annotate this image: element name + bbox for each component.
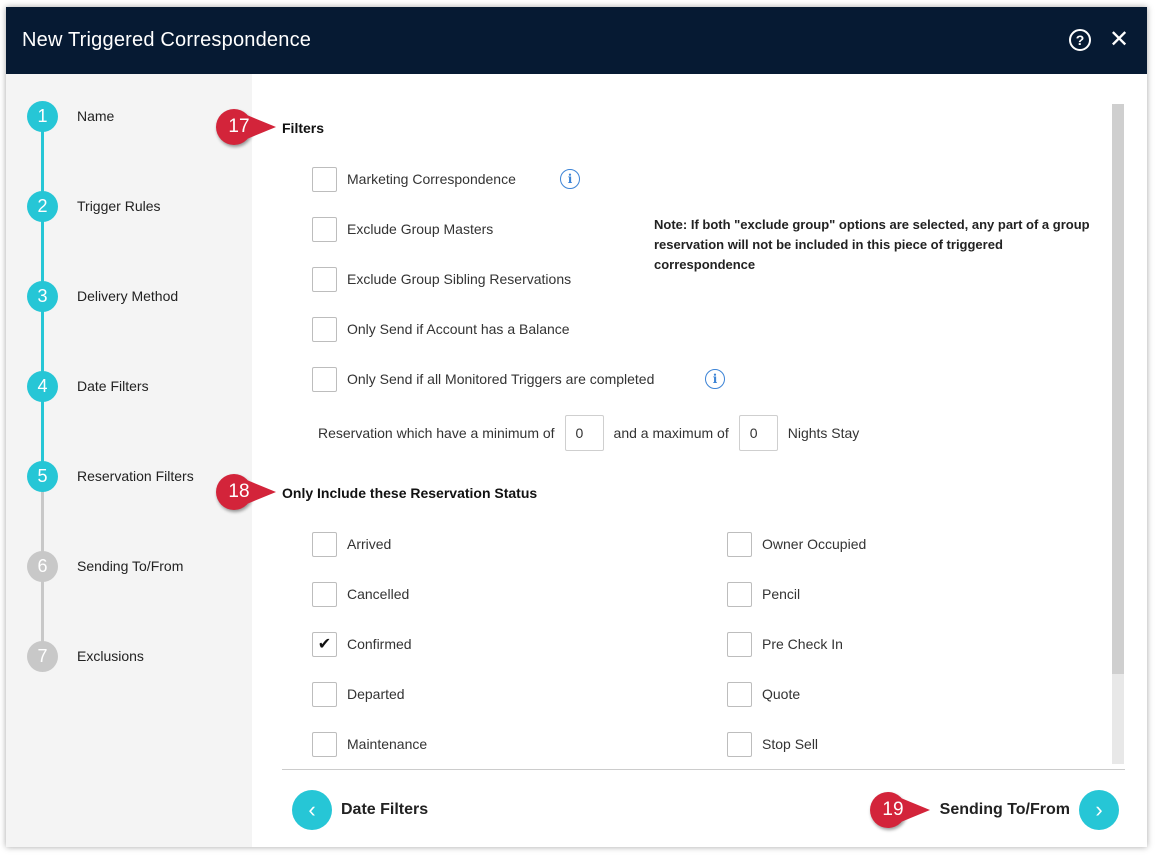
nights-middle: and a maximum of [613,425,729,441]
vertical-scrollbar[interactable] [1112,104,1124,764]
step-trigger-rules[interactable]: 2 Trigger Rules [27,190,247,222]
status-pre-check-in[interactable]: Pre Check In [727,631,843,657]
status-departed[interactable]: Departed [312,681,405,707]
dialog: New Triggered Correspondence ? ✕ 1 Name … [6,7,1147,847]
exclude-group-note: Note: If both "exclude group" options ar… [654,217,1090,272]
dialog-title: New Triggered Correspondence [22,29,312,51]
checkbox[interactable] [312,166,337,192]
checkbox[interactable] [727,531,752,557]
callout-badge-17: 17 [216,109,276,145]
step-label: Date Filters [77,378,149,394]
checkbox[interactable] [727,681,752,707]
step-date-filters[interactable]: 4 Date Filters [27,370,247,402]
step-number: 4 [27,370,58,402]
status-heading: Only Include these Reservation Status [282,485,538,501]
status-pencil[interactable]: Pencil [727,581,800,607]
step-label: Delivery Method [77,288,179,304]
status-maintenance[interactable]: Maintenance [312,731,427,757]
filter-exclude-group-masters[interactable]: Exclude Group Masters [312,216,493,242]
checkbox[interactable] [727,581,752,607]
step-delivery-method[interactable]: 3 Delivery Method [27,280,247,312]
status-stop-sell[interactable]: Stop Sell [727,731,818,757]
max-nights-input[interactable]: 0 [738,415,778,451]
filter-monitored-triggers[interactable]: Only Send if all Monitored Triggers are … [312,366,654,392]
step-label: Trigger Rules [77,198,161,214]
step-label: Name [77,108,115,124]
step-reservation-filters[interactable]: 5 Reservation Filters [27,460,247,492]
scrollbar-thumb[interactable] [1112,104,1124,674]
checkbox[interactable] [312,316,337,342]
checkbox-checked[interactable]: ✔ [312,631,337,657]
status-cancelled[interactable]: Cancelled [312,581,409,607]
back-button[interactable]: ‹ Date Filters [292,790,428,830]
step-sending-to-from[interactable]: 6 Sending To/From [27,550,247,582]
chevron-left-icon: ‹ [292,790,332,830]
checkbox[interactable] [312,366,337,392]
step-number: 3 [27,280,58,312]
status-owner-occupied[interactable]: Owner Occupied [727,531,866,557]
checkbox[interactable] [312,216,337,242]
checkbox[interactable] [312,731,337,757]
checkbox[interactable] [312,681,337,707]
next-button[interactable]: Sending To/From › [940,790,1119,830]
step-label: Sending To/From [77,558,184,574]
reservation-filters-panel: 17 Filters Marketing Correspondence i Ex… [216,74,1147,847]
chevron-right-icon: › [1079,790,1119,830]
nights-prefix: Reservation which have a minimum of [318,425,555,441]
checkbox[interactable] [312,531,337,557]
info-icon[interactable]: i [705,369,725,389]
step-number: 2 [27,190,58,222]
step-label: Reservation Filters [77,468,194,484]
wizard-steps: 1 Name 2 Trigger Rules 3 Delivery Method… [6,74,252,847]
status-arrived[interactable]: Arrived [312,531,391,557]
nights-stay-row: Reservation which have a minimum of 0 an… [318,415,859,451]
filter-exclude-group-siblings[interactable]: Exclude Group Sibling Reservations [312,266,571,292]
step-number: 6 [27,550,58,582]
close-icon[interactable]: ✕ [1105,25,1133,53]
checkmark-icon: ✔ [317,636,332,653]
checkbox[interactable] [727,731,752,757]
checkbox[interactable] [727,631,752,657]
filter-marketing-correspondence[interactable]: Marketing Correspondence [312,166,516,192]
filter-account-balance[interactable]: Only Send if Account has a Balance [312,316,570,342]
footer-divider [282,769,1125,770]
step-number: 1 [27,100,58,132]
dialog-header: New Triggered Correspondence ? ✕ [6,7,1147,74]
callout-badge-18: 18 [216,474,276,510]
step-label: Exclusions [77,648,144,664]
info-icon[interactable]: i [560,169,580,189]
checkbox[interactable] [312,581,337,607]
step-number: 7 [27,640,58,672]
filters-heading: Filters [282,120,325,136]
step-name[interactable]: 1 Name [27,100,247,132]
status-quote[interactable]: Quote [727,681,800,707]
nights-suffix: Nights Stay [787,425,860,441]
callout-badge-19: 19 [870,792,930,828]
step-exclusions[interactable]: 7 Exclusions [27,640,247,672]
min-nights-input[interactable]: 0 [564,415,604,451]
status-confirmed[interactable]: ✔ Confirmed [312,631,412,657]
step-number: 5 [27,460,58,492]
help-icon[interactable]: ? [1069,29,1091,51]
checkbox[interactable] [312,266,337,292]
